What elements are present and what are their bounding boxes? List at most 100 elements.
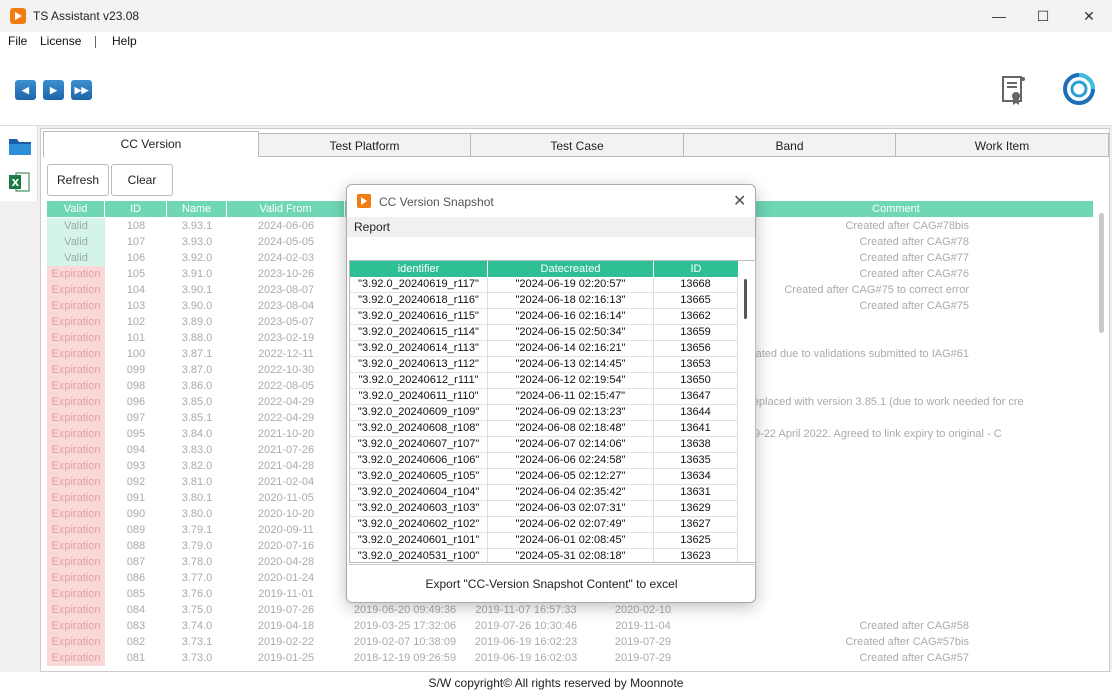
table-row[interactable]: Expiration 084 3.75.0 2019-07-26 2019-06-20 … [47, 602, 1093, 618]
cell-datecreated: "2024-06-03 02:07:31" [488, 501, 654, 517]
column-header-identifier[interactable]: identifier [350, 261, 488, 277]
menu-help[interactable]: Help [112, 34, 137, 48]
column-header-valid[interactable]: Valid [47, 201, 105, 217]
cell-comment [699, 458, 1093, 474]
snapshot-row[interactable]: "3.92.0_20240603_r103" "2024-06-03 02:07:… [350, 501, 738, 517]
menu-file[interactable]: File [8, 34, 27, 48]
snapshot-row[interactable]: "3.92.0_20240618_r116" "2024-06-18 02:16:… [350, 293, 738, 309]
cell-name: 3.90.1 [181, 284, 213, 296]
cell-valid-from: 2024-02-03 [257, 252, 315, 264]
cell-id: 102 [126, 316, 146, 328]
cell-modified: 2019-06-19 16:02:03 [474, 652, 578, 664]
brand-logo-icon [1063, 73, 1095, 105]
cell-datecreated: "2024-06-11 02:15:47" [488, 389, 654, 405]
cell-id: 081 [126, 652, 146, 664]
certificate-icon[interactable] [1002, 76, 1026, 106]
cell-datecreated: "2024-06-18 02:16:13" [488, 293, 654, 309]
snapshot-row[interactable]: "3.92.0_20240601_r101" "2024-06-01 02:08:… [350, 533, 738, 549]
app-logo-icon [10, 8, 26, 24]
snapshot-scrollbar[interactable] [742, 279, 750, 559]
table-scrollbar[interactable] [1097, 201, 1107, 667]
snapshot-row[interactable]: "3.92.0_20240602_r102" "2024-06-02 02:07:… [350, 517, 738, 533]
tab-work-item[interactable]: Work Item [895, 133, 1109, 157]
cell-name: 3.78.0 [181, 556, 213, 568]
tab-band[interactable]: Band [683, 133, 896, 157]
snapshot-row[interactable]: "3.92.0_20240611_r110" "2024-06-11 02:15:… [350, 389, 738, 405]
column-header-name[interactable]: Name [167, 201, 227, 217]
cell-valid: Expiration [47, 490, 105, 506]
cell-name: 3.77.0 [181, 572, 213, 584]
cell-valid: Expiration [47, 602, 105, 618]
table-row[interactable]: Expiration 082 3.73.1 2019-02-22 2019-02-07 … [47, 634, 1093, 650]
column-header-valid-from[interactable]: Valid From [227, 201, 345, 217]
cell-valid-from: 2020-10-20 [257, 508, 315, 520]
refresh-button[interactable]: Refresh [47, 164, 109, 196]
cell-valid-from: 2020-09-11 [258, 524, 314, 536]
menu-report[interactable]: Report [354, 220, 390, 234]
column-header-snapshot-id[interactable]: ID [654, 261, 738, 277]
snapshot-row[interactable]: "3.92.0_20240604_r104" "2024-06-04 02:35:… [350, 485, 738, 501]
cell-valid: Expiration [47, 458, 105, 474]
cell-identifier: "3.92.0_20240605_r105" [350, 469, 488, 485]
snapshot-table-header: identifier Datecreated ID [350, 261, 738, 277]
table-row[interactable]: Expiration 083 3.74.0 2019-04-18 2019-03-25 … [47, 618, 1093, 634]
menu-license[interactable]: License [40, 34, 81, 48]
maximize-button[interactable]: ☐ [1020, 0, 1066, 32]
column-header-comment[interactable]: Comment [699, 201, 1093, 217]
cell-name: 3.85.0 [181, 396, 213, 408]
minimize-button[interactable]: — [976, 0, 1022, 32]
excel-icon[interactable]: X [8, 171, 30, 193]
export-excel-button[interactable]: Export "CC-Version Snapshot Content" to … [349, 564, 754, 601]
nav-last-button[interactable]: ▶▶ [71, 80, 92, 100]
close-button[interactable]: ✕ [1066, 0, 1112, 32]
tab-cc-version[interactable]: CC Version [43, 131, 259, 157]
cell-valid-from: 2021-07-26 [257, 444, 315, 456]
snapshot-scrollbar-thumb[interactable] [744, 279, 747, 319]
cell-identifier: "3.92.0_20240601_r101" [350, 533, 488, 549]
nav-next-button[interactable]: ▶ [43, 80, 64, 100]
snapshot-row[interactable]: "3.92.0_20240615_r114" "2024-06-15 02:50:… [350, 325, 738, 341]
cell-expiry: 2019-07-29 [614, 636, 672, 648]
cell-comment: Created after CAG#78bis [845, 220, 969, 232]
cell-created: 2019-03-25 17:32:06 [353, 620, 457, 632]
cell-modified: 2019-07-26 10:30:46 [474, 620, 578, 632]
cell-valid-from: 2019-02-22 [257, 636, 315, 648]
column-header-id[interactable]: ID [105, 201, 167, 217]
tab-test-case[interactable]: Test Case [470, 133, 684, 157]
folder-icon[interactable] [8, 136, 32, 156]
cell-valid: Expiration [47, 362, 105, 378]
cell-name: 3.79.1 [181, 524, 213, 536]
cell-id: 088 [126, 540, 146, 552]
cell-name: 3.93.1 [181, 220, 213, 232]
table-row[interactable]: Expiration 081 3.73.0 2019-01-25 2018-12-19 … [47, 650, 1093, 666]
cell-valid-from: 2022-10-30 [257, 364, 315, 376]
cell-id: 089 [126, 524, 146, 536]
snapshot-row[interactable]: "3.92.0_20240606_r106" "2024-06-06 02:24:… [350, 453, 738, 469]
snapshot-row[interactable]: "3.92.0_20240616_r115" "2024-06-16 02:16:… [350, 309, 738, 325]
dialog-close-button[interactable]: ✕ [733, 191, 746, 211]
snapshot-row[interactable]: "3.92.0_20240619_r117" "2024-06-19 02:20:… [350, 277, 738, 293]
cell-valid-from: 2020-01-24 [257, 572, 315, 584]
cell-name: 3.93.0 [181, 236, 213, 248]
column-header-datecreated[interactable]: Datecreated [488, 261, 654, 277]
snapshot-row[interactable]: "3.92.0_20240609_r109" "2024-06-09 02:13:… [350, 405, 738, 421]
cell-valid-from: 2021-04-28 [257, 460, 315, 472]
snapshot-row[interactable]: "3.92.0_20240613_r112" "2024-06-13 02:14:… [350, 357, 738, 373]
snapshot-row[interactable]: "3.92.0_20240614_r113" "2024-06-14 02:16:… [350, 341, 738, 357]
snapshot-row[interactable]: "3.92.0_20240531_r100" "2024-05-31 02:08:… [350, 549, 738, 562]
scrollbar-thumb[interactable] [1099, 213, 1104, 333]
cell-identifier: "3.92.0_20240611_r110" [350, 389, 488, 405]
tab-test-platform[interactable]: Test Platform [258, 133, 471, 157]
cell-identifier: "3.92.0_20240603_r103" [350, 501, 488, 517]
snapshot-row[interactable]: "3.92.0_20240608_r108" "2024-06-08 02:18:… [350, 421, 738, 437]
cell-expiry: 2019-11-04 [615, 620, 671, 632]
cell-snapshot-id: 13627 [654, 517, 738, 533]
cell-comment [699, 602, 1093, 618]
clear-button[interactable]: Clear [111, 164, 173, 196]
cell-snapshot-id: 13625 [654, 533, 738, 549]
nav-first-button[interactable]: ◀ [15, 80, 36, 100]
snapshot-row[interactable]: "3.92.0_20240607_r107" "2024-06-07 02:14:… [350, 437, 738, 453]
snapshot-row[interactable]: "3.92.0_20240605_r105" "2024-06-05 02:12:… [350, 469, 738, 485]
cell-comment: Created after CAG#57 [859, 652, 969, 664]
snapshot-row[interactable]: "3.92.0_20240612_r111" "2024-06-12 02:19:… [350, 373, 738, 389]
